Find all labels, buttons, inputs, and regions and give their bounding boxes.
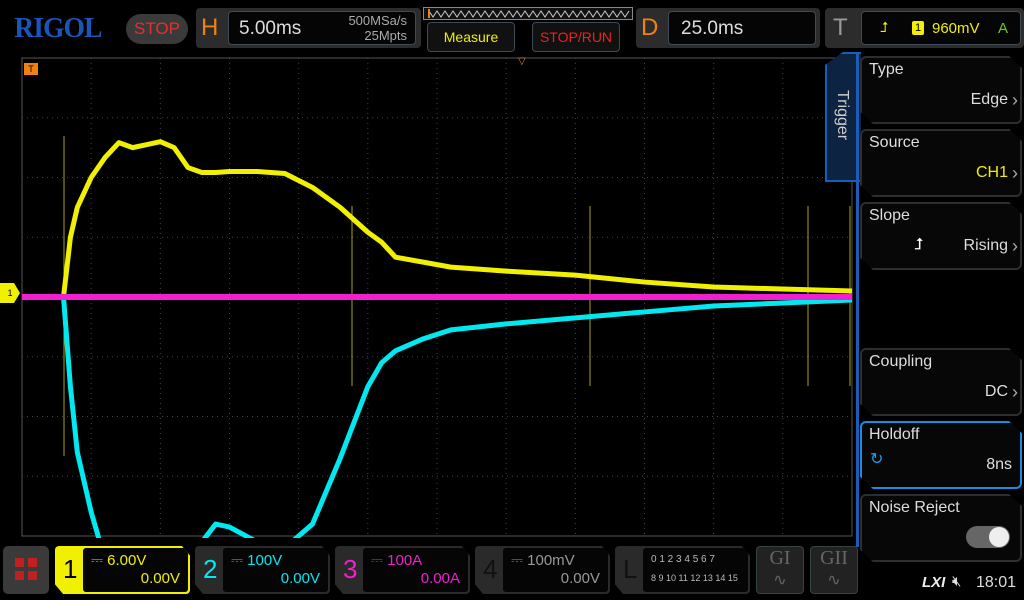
rigol-logo: RIGOL: [14, 12, 102, 44]
channel-4-box[interactable]: 4 ⎓ 100mV 0.00V: [475, 546, 610, 594]
delay-panel[interactable]: D 25.0ms: [636, 8, 820, 48]
speaker-muted-icon[interactable]: 🔇︎: [952, 573, 961, 590]
noise-reject-toggle[interactable]: [966, 526, 1010, 548]
rotary-knob-icon: ↻: [870, 451, 884, 468]
trigger-source-badge: 1: [912, 21, 924, 35]
menu-holdoff-title: Holdoff: [869, 426, 920, 443]
menu-slope[interactable]: Slope ⮥ Rising ›: [860, 202, 1022, 270]
ch1-number: 1: [63, 554, 78, 584]
t-label: T: [833, 14, 848, 41]
menu-source-value: CH1: [975, 164, 1008, 181]
clock: 18:01: [976, 574, 1017, 591]
menu-coupling-title: Coupling: [869, 353, 933, 370]
chevron-right-icon: ›: [1012, 163, 1018, 183]
ch2-offset: 0.00V: [280, 570, 320, 587]
menu-source[interactable]: Source CH1 ›: [860, 129, 1022, 197]
chevron-right-icon: ›: [1012, 90, 1018, 110]
d-label: D: [641, 14, 659, 41]
trigger-level: 960mV: [932, 20, 980, 37]
menu-noise-reject-title: Noise Reject: [869, 499, 960, 516]
delay-box: 25.0ms: [668, 11, 816, 45]
ch4-offset: 0.00V: [560, 570, 600, 587]
ch3-offset: 0.00A: [420, 570, 460, 587]
ch3-scale-value: 100A: [387, 552, 423, 569]
logic-channels-row1: 0 1 2 3 4 5 6 7: [651, 554, 715, 565]
sample-rate: 500MSa/s: [348, 13, 407, 28]
grid-icon: [15, 558, 37, 580]
menu-slope-value: Rising: [963, 237, 1008, 254]
stop-run-button[interactable]: STOP/RUN: [532, 22, 620, 52]
timebase-box: 5.00ms 500MSa/s 25Mpts: [228, 11, 416, 45]
chevron-right-icon: ›: [1012, 382, 1018, 402]
dc-coupling-icon: ⎓: [231, 552, 248, 569]
timebase: 5.00ms: [239, 18, 302, 39]
ch3-number: 3: [343, 554, 358, 584]
menu-source-title: Source: [869, 134, 920, 151]
trace-ch2: [22, 294, 853, 538]
waveform-display[interactable]: [0, 56, 860, 538]
generator-2-label: GII: [820, 547, 848, 569]
menu-coupling[interactable]: Coupling DC ›: [860, 348, 1022, 416]
dc-coupling-icon: ⎓: [511, 552, 528, 569]
lxi-icon: LXI: [922, 574, 946, 591]
run-status-badge: STOP: [126, 14, 188, 44]
trigger-tab-label: Trigger: [834, 90, 851, 141]
ch4-number: 4: [483, 554, 498, 584]
menu-coupling-value: DC: [984, 383, 1008, 400]
logic-analyzer-box[interactable]: L 0 1 2 3 4 5 6 7 8 9 10 11 12 13 14 15: [615, 546, 750, 594]
rising-edge-icon: ⮥: [880, 19, 889, 35]
trigger-mode: A: [998, 20, 1009, 37]
trigger-delay-marker: T: [24, 63, 38, 75]
horizontal-panel[interactable]: H 5.00ms 500MSa/s 25Mpts: [196, 8, 421, 48]
ch1-scale: ⎓ 6.00V: [91, 552, 146, 569]
generator-1-button[interactable]: GI ∿: [756, 546, 804, 594]
dc-coupling-icon: ⎓: [371, 552, 388, 569]
h-label: H: [201, 14, 219, 41]
menu-holdoff[interactable]: Holdoff ↻ 8ns: [860, 421, 1022, 489]
menu-slope-title: Slope: [869, 207, 910, 224]
measure-button[interactable]: Measure: [427, 22, 515, 52]
ch1-offset: 0.00V: [140, 570, 180, 587]
waveform-memory-bar: [423, 7, 633, 20]
logic-label: L: [623, 554, 638, 584]
menu-border: [856, 52, 859, 547]
menu-noise-reject[interactable]: Noise Reject: [860, 494, 1022, 562]
trigger-position-marker: ▽: [518, 56, 526, 67]
dc-coupling-icon: ⎓: [91, 552, 108, 569]
ch2-scale-value: 100V: [247, 552, 283, 569]
channel-2-box[interactable]: 2 ⎓ 100V 0.00V: [195, 546, 330, 594]
trigger-panel[interactable]: T ⮥ 1 960mV A: [825, 8, 1024, 48]
ch2-number: 2: [203, 554, 218, 584]
logic-channels-row2: 8 9 10 11 12 13 14 15: [651, 573, 738, 583]
ch3-scale: ⎓ 100A: [371, 552, 422, 569]
chevron-right-icon: ›: [1012, 236, 1018, 256]
sine-wave-icon: ∿: [827, 572, 841, 589]
ch4-scale-value: 100mV: [527, 552, 575, 569]
generator-1-label: GI: [769, 547, 791, 569]
delay-value: 25.0ms: [681, 18, 744, 39]
rising-edge-icon: ⮥: [914, 236, 924, 253]
channel-1-box[interactable]: 1 ⎓ 6.00V 0.00V: [55, 546, 190, 594]
ch2-scale: ⎓ 100V: [231, 552, 282, 569]
ch4-scale: ⎓ 100mV: [511, 552, 575, 569]
menu-holdoff-value: 8ns: [986, 456, 1012, 473]
memory-depth: 25Mpts: [364, 28, 407, 43]
menu-type-value: Edge: [970, 91, 1008, 108]
sine-wave-icon: ∿: [773, 572, 787, 589]
trigger-box: ⮥ 1 960mV A: [861, 11, 1021, 45]
menu-type-title: Type: [869, 61, 904, 78]
apps-button[interactable]: [3, 546, 49, 594]
menu-type[interactable]: Type Edge ›: [860, 56, 1022, 124]
ch1-scale-value: 6.00V: [107, 552, 147, 569]
channel-3-box[interactable]: 3 ⎓ 100A 0.00A: [335, 546, 470, 594]
generator-2-button[interactable]: GII ∿: [810, 546, 858, 594]
